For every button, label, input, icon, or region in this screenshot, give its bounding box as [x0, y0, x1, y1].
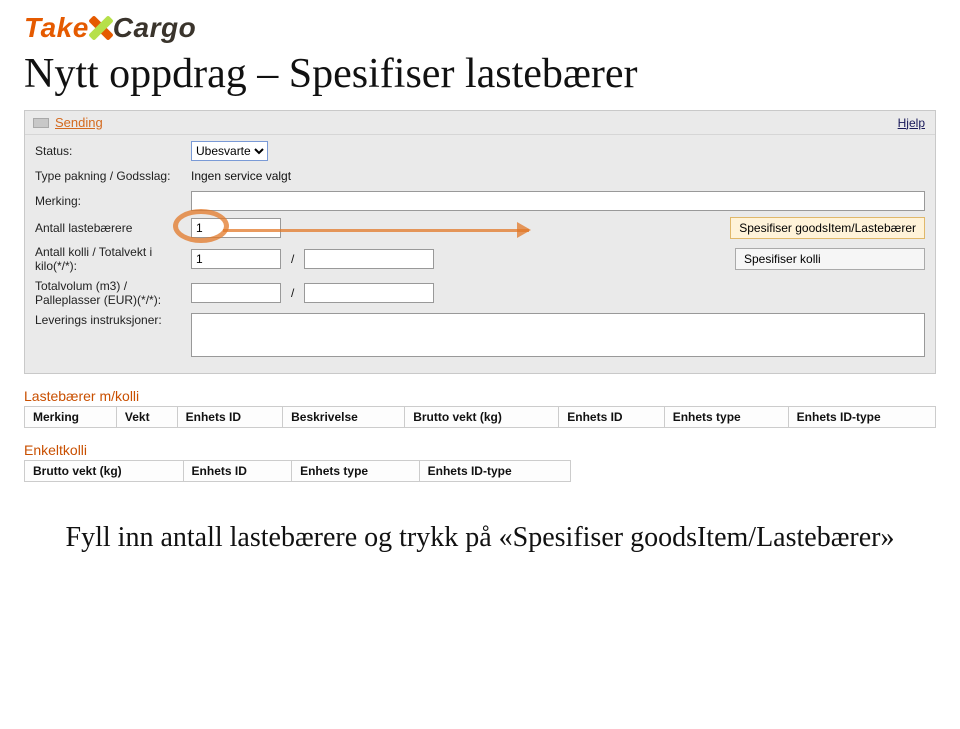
th2-enhets-id: Enhets ID	[183, 461, 292, 482]
page-title: Nytt oppdrag – Spesifiser lastebærer	[24, 50, 936, 98]
totalvolum-label: Totalvolum (m3) / Palleplasser (EUR)(*/*…	[35, 279, 185, 307]
help-link[interactable]: Hjelp	[898, 116, 925, 130]
logo-take: Take	[24, 12, 89, 44]
type-pakning-label: Type pakning / Godsslag:	[35, 169, 185, 183]
th2-enhets-type: Enhets type	[292, 461, 420, 482]
antall-kolli-label: Antall kolli / Totalvekt i kilo(*/*):	[35, 245, 185, 273]
type-pakning-value: Ingen service valgt	[191, 167, 925, 185]
form-panel: Sending Hjelp Status: Ubesvarte Type pak…	[24, 110, 936, 374]
section-lastebaerer-title: Lastebærer m/kolli	[24, 388, 936, 404]
spesifiser-kolli-button[interactable]: Spesifiser kolli	[735, 248, 925, 270]
antall-kolli-input[interactable]	[191, 249, 281, 269]
th-enhets-id-type: Enhets ID-type	[788, 407, 935, 428]
th2-brutto-vekt: Brutto vekt (kg)	[25, 461, 184, 482]
status-label: Status:	[35, 144, 185, 158]
enkeltkolli-table: Brutto vekt (kg) Enhets ID Enhets type E…	[24, 460, 571, 482]
th-enhets-id-1: Enhets ID	[177, 407, 282, 428]
status-select[interactable]: Ubesvarte	[191, 141, 268, 161]
logo-x-icon	[87, 14, 115, 42]
th-brutto-vekt: Brutto vekt (kg)	[405, 407, 559, 428]
lastebaerer-table: Merking Vekt Enhets ID Beskrivelse Brutt…	[24, 406, 936, 428]
section-enkeltkolli-title: Enkeltkolli	[24, 442, 936, 458]
leverings-textarea[interactable]	[191, 313, 925, 357]
slash-1: /	[287, 252, 298, 266]
th-enhets-id-2: Enhets ID	[559, 407, 664, 428]
logo: Take Cargo	[24, 12, 936, 44]
tab-sending[interactable]: Sending	[55, 115, 103, 130]
leverings-label: Leverings instruksjoner:	[35, 313, 185, 327]
instruction-text: Fyll inn antall lastebærere og trykk på …	[24, 522, 936, 554]
th-merking: Merking	[25, 407, 117, 428]
palleplasser-input[interactable]	[304, 283, 434, 303]
antall-lastebaerere-input[interactable]	[191, 218, 281, 238]
th-vekt: Vekt	[116, 407, 177, 428]
merking-input[interactable]	[191, 191, 925, 211]
th-beskrivelse: Beskrivelse	[283, 407, 405, 428]
merking-label: Merking:	[35, 194, 185, 208]
th2-enhets-id-type: Enhets ID-type	[419, 461, 571, 482]
spesifiser-goodsitem-button[interactable]: Spesifiser goodsItem/Lastebærer	[730, 217, 925, 239]
totalvolum-input[interactable]	[191, 283, 281, 303]
totalvekt-input[interactable]	[304, 249, 434, 269]
logo-cargo: Cargo	[113, 12, 196, 44]
th-enhets-type: Enhets type	[664, 407, 788, 428]
antall-lastebaerere-label: Antall lastebærere	[35, 221, 185, 235]
panel-header: Sending Hjelp	[25, 111, 935, 135]
slash-2: /	[287, 286, 298, 300]
tab-indicator-icon	[33, 118, 49, 128]
